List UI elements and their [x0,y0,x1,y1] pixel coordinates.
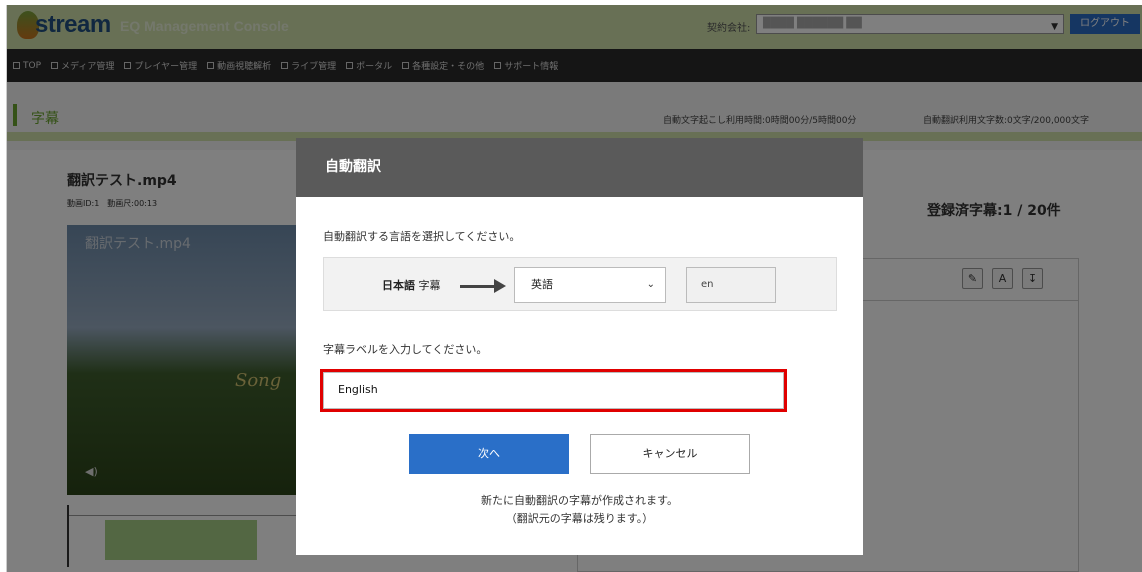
arrow-right-icon [460,285,496,288]
label-instruction: 字幕ラベルを入力してください。 [323,343,488,356]
dialog-note: 新たに自動翻訳の字幕が作成されます。 （翻訳元の字幕は残ります。） [296,492,863,528]
dialog-title: 自動翻訳 [296,138,863,197]
language-instruction: 自動翻訳する言語を選択してください。 [323,230,521,243]
source-language-suffix: 字幕 [418,279,441,292]
subtitle-label-input[interactable]: English [323,372,784,409]
target-language-value: 英語 [531,278,553,291]
note-line-2: （翻訳元の字幕は残ります。） [505,512,654,525]
source-language: 日本語 字幕 [382,277,441,293]
source-language-name: 日本語 [382,279,415,292]
chevron-down-icon: ⌄ [646,279,655,290]
arrow-head-icon [494,279,506,293]
note-line-1: 新たに自動翻訳の字幕が作成されます。 [481,494,678,507]
next-button[interactable]: 次へ [409,434,569,474]
label-input-highlight: English [320,369,787,412]
app-window: stream EQ Management Console 契約会社: ████ … [6,5,1142,572]
language-code-field: en [686,267,776,303]
language-row: 日本語 字幕 英語 ⌄ en [323,257,837,311]
target-language-select[interactable]: 英語 ⌄ [514,267,666,303]
auto-translate-dialog: 自動翻訳 自動翻訳する言語を選択してください。 日本語 字幕 英語 ⌄ en 字… [296,138,863,555]
cancel-button[interactable]: キャンセル [590,434,750,474]
